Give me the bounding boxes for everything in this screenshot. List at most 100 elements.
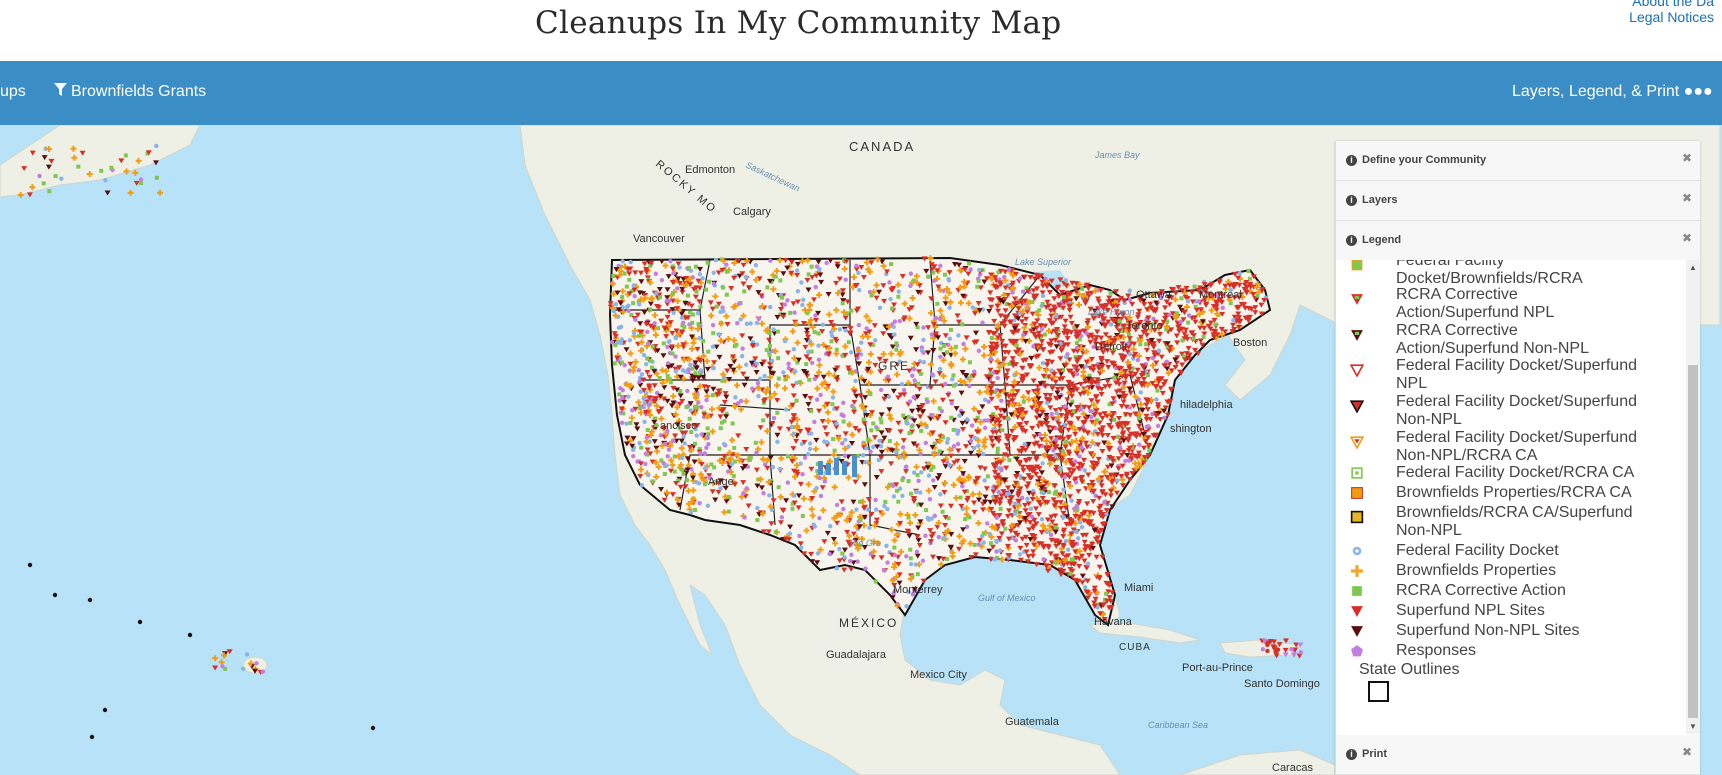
site-marker: [1147, 448, 1152, 453]
section-print[interactable]: i Print ✖: [1336, 735, 1700, 775]
site-marker: [721, 441, 727, 447]
site-marker: [704, 397, 709, 403]
section-define-community[interactable]: i Define your Community ✖: [1336, 141, 1700, 181]
site-marker: [921, 350, 926, 355]
map-label-monterrey: Monterrey: [893, 584, 943, 596]
site-marker: [682, 324, 687, 329]
site-marker: [783, 407, 789, 412]
site-marker: [791, 431, 797, 437]
site-marker: [767, 493, 772, 498]
site-marker: [886, 394, 892, 399]
section-layers[interactable]: i Layers ✖: [1336, 181, 1700, 221]
site-marker: [1137, 442, 1142, 447]
site-marker: [921, 337, 926, 343]
site-marker: [1061, 487, 1066, 492]
site-marker: [698, 304, 703, 309]
site-marker: [637, 440, 642, 446]
close-icon[interactable]: ✖: [1682, 151, 1692, 165]
legend-item-label: Brownfields Properties/RCRA CA: [1396, 484, 1632, 502]
site-marker: [705, 426, 710, 431]
legend-item-label-line: RCRA Corrective Action: [1396, 582, 1566, 599]
site-marker: [907, 399, 913, 404]
info-icon: i: [1346, 195, 1357, 206]
site-marker: [755, 380, 761, 386]
legal-notices-link[interactable]: Legal Notices: [1629, 9, 1714, 25]
site-marker: [1064, 439, 1069, 444]
site-marker: [661, 341, 666, 346]
site-marker: [1077, 454, 1082, 459]
map-label-washington: shington: [1170, 423, 1212, 435]
site-marker: [710, 393, 715, 398]
site-marker: [705, 435, 710, 441]
site-marker: [738, 398, 744, 404]
close-icon[interactable]: ✖: [1682, 231, 1692, 245]
site-marker: [1144, 342, 1149, 347]
site-marker: [945, 436, 951, 442]
site-marker: [816, 357, 822, 362]
map-label-boston: Boston: [1233, 337, 1267, 349]
site-marker: [729, 462, 734, 467]
site-marker: [620, 295, 625, 300]
site-marker: [885, 506, 890, 512]
site-marker: [863, 566, 868, 571]
map-label-guadalajara: Guadalajara: [826, 649, 887, 661]
map-label-ottawa: Ottawa: [1136, 289, 1172, 301]
site-marker: [834, 502, 840, 508]
site-marker: [964, 417, 970, 422]
site-marker: [798, 380, 803, 385]
site-marker: [684, 404, 689, 409]
site-marker: [951, 444, 957, 449]
site-marker: [736, 301, 742, 306]
site-marker: [988, 541, 993, 546]
site-marker: [652, 321, 657, 326]
legend-item-label: Federal Facility Docket/RCRA CA: [1396, 464, 1634, 482]
site-marker: [976, 348, 982, 353]
scroll-up-icon[interactable]: ▲: [1689, 263, 1697, 272]
site-marker: [967, 360, 972, 365]
site-marker: [754, 450, 759, 455]
about-link[interactable]: About the Da: [1632, 0, 1714, 9]
site-marker: [742, 515, 747, 520]
site-marker: [935, 301, 940, 306]
site-marker: [244, 652, 250, 657]
site-marker: [694, 479, 699, 485]
site-marker: [1063, 278, 1069, 283]
nav-cleanups-partial[interactable]: ups: [0, 83, 26, 101]
legend-list[interactable]: Federal Facility Docket/Brownfields/RCRA R…: [1336, 260, 1700, 734]
nav-brownfields-grants[interactable]: Brownfields Grants: [54, 83, 206, 101]
site-marker: [103, 178, 108, 183]
site-marker: [854, 507, 859, 512]
site-marker: [694, 289, 699, 294]
legend-symbol-icon: [1350, 564, 1364, 578]
site-marker: [894, 341, 899, 346]
nav-layers-legend-print[interactable]: Layers, Legend, & Print ●●●: [1512, 83, 1713, 101]
site-marker: [1180, 338, 1185, 343]
site-marker: [768, 304, 773, 310]
site-marker: [1116, 434, 1121, 439]
site-marker: [1073, 506, 1078, 511]
scroll-down-icon[interactable]: ▼: [1689, 722, 1697, 731]
site-marker: [995, 375, 1000, 381]
site-marker: [1063, 354, 1069, 360]
close-icon[interactable]: ✖: [1682, 191, 1692, 205]
site-marker: [1080, 286, 1085, 291]
close-icon[interactable]: ✖: [1682, 745, 1692, 759]
legend-scrollbar[interactable]: ▲ ▼: [1686, 260, 1700, 734]
site-marker: [744, 486, 749, 491]
site-marker: [756, 316, 761, 321]
site-marker: [739, 353, 745, 359]
site-marker: [914, 489, 919, 495]
site-marker: [726, 509, 731, 514]
scroll-thumb[interactable]: [1688, 365, 1698, 718]
site-marker: [87, 597, 93, 603]
site-marker: [688, 310, 693, 315]
site-marker: [187, 632, 193, 638]
site-marker: [688, 510, 694, 515]
site-marker: [699, 432, 704, 437]
section-label: Print: [1362, 748, 1388, 760]
site-marker: [837, 327, 843, 332]
site-marker: [892, 552, 898, 558]
site-marker: [688, 408, 693, 413]
section-legend[interactable]: i Legend ✖: [1336, 221, 1700, 261]
site-marker: [681, 471, 686, 476]
